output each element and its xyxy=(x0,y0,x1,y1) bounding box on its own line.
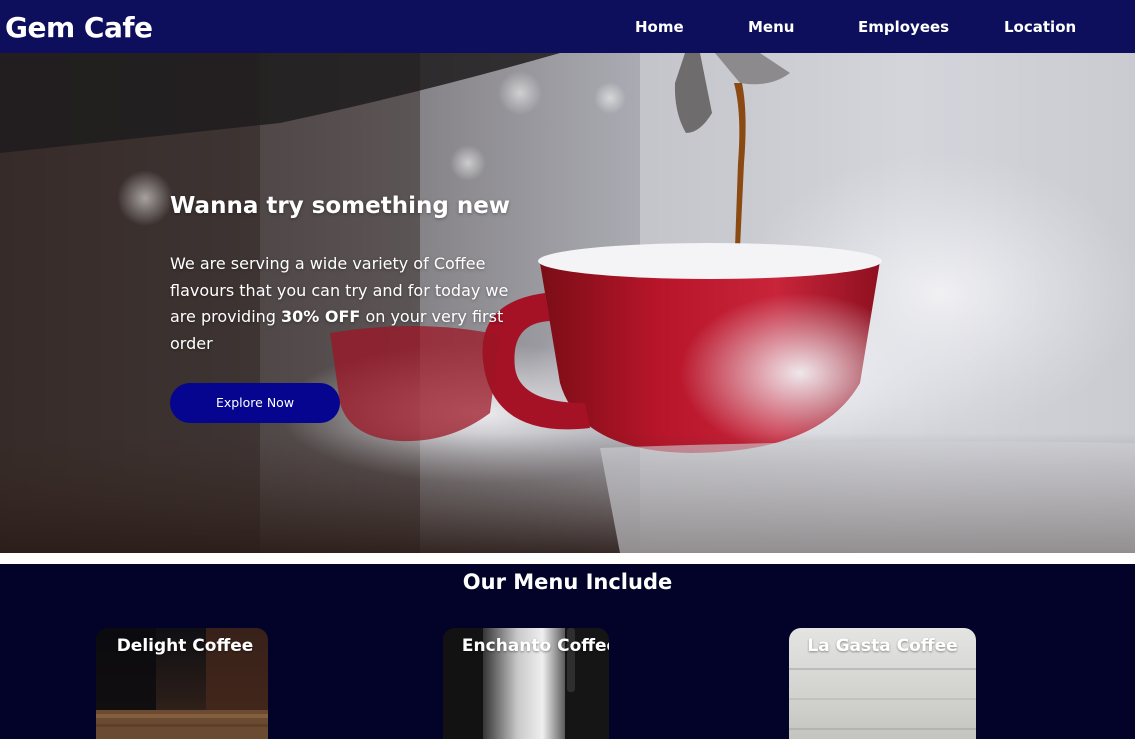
hero-description: We are serving a wide variety of Coffee … xyxy=(170,251,510,357)
nav-link-menu[interactable]: Menu xyxy=(748,16,794,38)
section-divider xyxy=(0,553,1135,564)
hero-discount-highlight: 30% OFF xyxy=(281,307,361,326)
nav-link-home[interactable]: Home xyxy=(635,16,684,38)
menu-heading: Our Menu Include xyxy=(462,570,673,594)
menu-card-la-gasta-coffee[interactable]: La Gasta Coffee xyxy=(789,628,976,739)
brand-logo-text[interactable]: Gem Cafe xyxy=(5,8,153,48)
menu-card-delight-coffee[interactable]: Delight Coffee xyxy=(96,628,268,739)
navbar: Gem Cafe Home Menu Employees Location xyxy=(0,0,1135,53)
nav-link-location[interactable]: Location xyxy=(1004,16,1076,38)
explore-now-button[interactable]: Explore Now xyxy=(170,383,340,423)
menu-section: Our Menu Include Delight Coffee Enchanto… xyxy=(0,564,1135,739)
menu-card-enchanto-coffee[interactable]: Enchanto Coffee xyxy=(443,628,609,739)
menu-card-title: Enchanto Coffee xyxy=(461,636,609,656)
hero-title: Wanna try something new xyxy=(170,193,511,219)
nav-link-employees[interactable]: Employees xyxy=(858,16,949,38)
hero-section: Wanna try something new We are serving a… xyxy=(0,53,1135,553)
menu-card-title: La Gasta Coffee xyxy=(807,636,958,656)
menu-card-title: Delight Coffee xyxy=(116,636,254,656)
